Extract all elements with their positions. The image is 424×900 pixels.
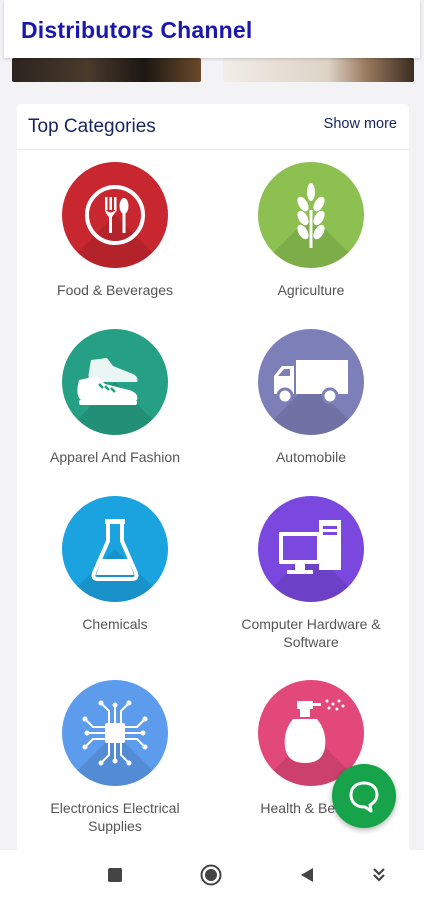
flask-icon	[91, 519, 139, 581]
recent-apps-icon	[108, 868, 122, 882]
show-more-link[interactable]: Show more	[324, 116, 397, 132]
category-icon-circle	[62, 329, 168, 435]
category-label: Apparel And Fashion	[50, 449, 180, 465]
computer-icon	[279, 520, 341, 574]
category-food-beverages[interactable]: Food & Beverages	[17, 162, 213, 299]
banner-image[interactable]	[223, 58, 414, 82]
category-icon-circle	[258, 329, 364, 435]
section-title: Top Categories	[28, 116, 156, 137]
category-label: Electronics Electrical Supplies	[50, 800, 180, 834]
back-icon	[301, 868, 313, 882]
fork-spoon-icon	[85, 185, 145, 245]
category-icon-circle	[258, 162, 364, 268]
category-icon-circle	[258, 496, 364, 602]
category-automobile[interactable]: Automobile	[213, 329, 409, 466]
category-label: Computer Hardware & Software	[241, 616, 381, 650]
circuit-chip-icon	[82, 700, 148, 766]
category-label: Chemicals	[82, 616, 148, 632]
sneakers-icon	[77, 358, 138, 405]
app-header: Distributors Channel	[4, 0, 420, 58]
truck-icon	[274, 360, 348, 405]
home-button[interactable]	[198, 862, 224, 888]
recent-apps-button[interactable]	[102, 862, 128, 888]
card-header: Top Categories Show more	[17, 104, 409, 150]
banner-carousel[interactable]	[0, 58, 424, 82]
category-label: Food & Beverages	[57, 282, 173, 298]
category-computer-hardware-software[interactable]: Computer Hardware & Software	[213, 496, 409, 651]
category-agriculture[interactable]: Agriculture	[213, 162, 409, 299]
home-icon	[200, 864, 222, 886]
wheat-icon	[297, 183, 325, 248]
notification-pull-icon	[373, 868, 385, 882]
category-icon-circle	[62, 162, 168, 268]
category-label: Agriculture	[277, 282, 345, 298]
back-button[interactable]	[294, 862, 320, 888]
category-label: Automobile	[275, 449, 347, 465]
category-icon-circle	[62, 496, 168, 602]
perfume-bottle-icon	[284, 699, 345, 763]
chat-button[interactable]	[332, 764, 396, 828]
category-chemicals[interactable]: Chemicals	[17, 496, 213, 633]
chat-bubble-icon	[349, 781, 379, 813]
notification-pull-button[interactable]	[366, 862, 392, 888]
category-electronics-electrical[interactable]: Electronics Electrical Supplies	[17, 680, 213, 835]
system-nav-bar	[0, 850, 424, 900]
app-title: Distributors Channel	[21, 17, 253, 43]
category-icon-circle	[62, 680, 168, 786]
banner-image[interactable]	[12, 58, 201, 82]
category-apparel-fashion[interactable]: Apparel And Fashion	[17, 329, 213, 466]
top-categories-card: Top Categories Show more Food & Beverage…	[17, 104, 409, 864]
